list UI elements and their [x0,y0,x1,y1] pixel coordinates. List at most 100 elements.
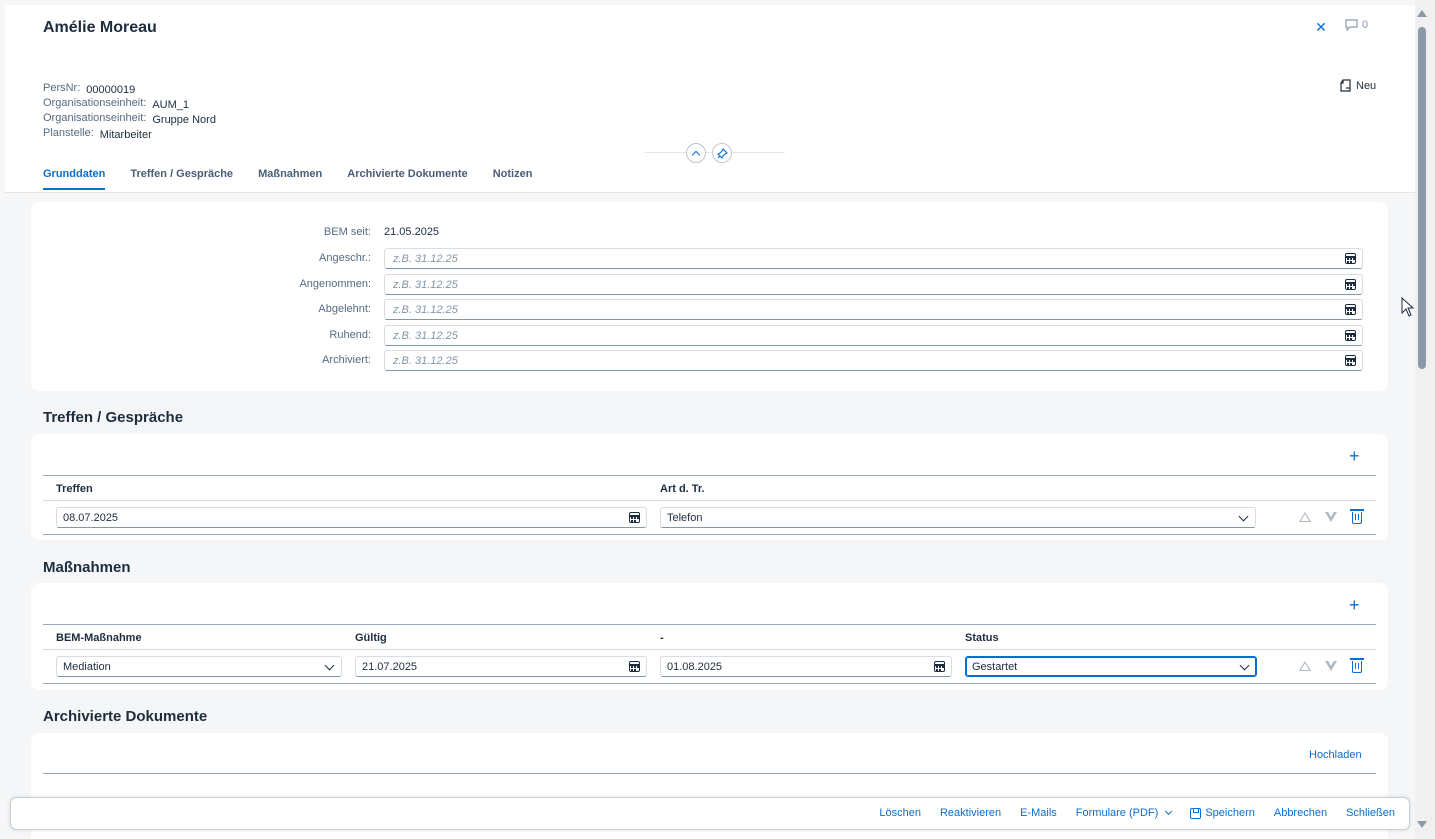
delete-row-button[interactable] [1350,658,1364,673]
tab-treffen[interactable]: Treffen / Gespräche [130,168,233,190]
calendar-icon[interactable] [934,661,945,672]
abgelehnt-row: Abgelehnt: z.B. 31.12.25 [31,299,1388,321]
triangle-down-icon [1325,659,1337,671]
add-treffen-button[interactable]: + [1349,446,1360,467]
trash-icon [1350,509,1364,524]
new-button-label: Neu [1356,79,1377,92]
grunddaten-card: BEM seit: 21.05.2025 Angeschr.: z.B. 31.… [31,202,1388,391]
tab-notizen[interactable]: Notizen [493,168,533,190]
chevron-down-icon [326,659,333,672]
calendar-icon[interactable] [1345,253,1356,264]
emails-button[interactable]: E-Mails [1020,807,1057,819]
ruhend-date-input[interactable]: z.B. 31.12.25 [384,325,1363,346]
upload-link[interactable]: Hochladen [1309,749,1362,761]
pin-header-button[interactable] [712,143,732,163]
column-header-status: Status [965,632,999,644]
column-header-bis: - [660,632,664,644]
dokumente-section-title: Archivierte Dokumente [43,708,208,725]
move-down-button[interactable] [1324,659,1338,673]
bis-date-input[interactable]: 01.08.2025 [660,656,952,677]
close-button[interactable]: ✕ [1311,17,1331,37]
date-placeholder: z.B. 31.12.25 [393,253,458,265]
scroll-down-arrow-icon[interactable] [1417,821,1427,828]
angenommen-date-input[interactable]: z.B. 31.12.25 [384,274,1363,295]
table-row: Mediation 21.07.2025 01.08.2025 Gestarte… [43,650,1376,684]
triangle-up-icon [1299,661,1311,671]
date-placeholder: z.B. 31.12.25 [393,330,458,342]
abbrechen-button[interactable]: Abbrechen [1274,807,1327,819]
formulare-button[interactable]: Formulare (PDF) [1075,807,1173,819]
new-document-icon [1340,79,1351,92]
vertical-scrollbar[interactable] [1415,0,1435,839]
close-icon: ✕ [1315,18,1327,35]
reaktivieren-button[interactable]: Reaktivieren [940,807,1001,819]
ruhend-label: Ruhend: [329,329,371,341]
info-label: Planstelle: [43,127,94,139]
angeschr-date-input[interactable]: z.B. 31.12.25 [384,248,1363,269]
footer-buttons: Löschen Reaktivieren E-Mails Formulare (… [879,807,1395,819]
add-massnahme-button[interactable]: + [1349,595,1360,616]
speichern-button[interactable]: Speichern [1190,807,1255,819]
formulare-label: Formulare (PDF) [1075,807,1159,819]
triangle-down-icon [1325,510,1337,522]
calendar-icon[interactable] [629,512,640,523]
move-up-button[interactable] [1298,510,1312,524]
info-row-orgunit: Organisationseinheit: AUM_1 [43,96,216,111]
abgelehnt-date-input[interactable]: z.B. 31.12.25 [384,299,1363,320]
bem-seit-value: 21.05.2025 [384,226,440,238]
calendar-icon[interactable] [1345,304,1356,315]
plus-icon: + [1349,446,1360,466]
treffen-date-input[interactable]: 08.07.2025 [56,507,647,528]
gueltig-date-input[interactable]: 21.07.2025 [355,656,647,677]
date-placeholder: z.B. 31.12.25 [393,304,458,316]
treffen-section-title: Treffen / Gespräche [43,409,184,426]
collapse-header-button[interactable] [686,143,706,163]
scrollbar-thumb[interactable] [1418,27,1426,369]
massnahmen-card: + BEM-Maßnahme Gültig - Status Mediation… [31,583,1388,690]
save-icon [1190,807,1202,819]
abgelehnt-label: Abgelehnt: [318,303,371,315]
move-down-button[interactable] [1324,510,1338,524]
loeschen-button[interactable]: Löschen [879,807,921,819]
scroll-up-arrow-icon[interactable] [1417,10,1427,17]
art-value: Telefon [667,512,703,524]
triangle-up-icon [1299,512,1311,522]
angenommen-row: Angenommen: z.B. 31.12.25 [31,274,1388,296]
angenommen-label: Angenommen: [299,278,371,290]
comments-button[interactable]: 0 [1345,19,1368,31]
art-select[interactable]: Telefon [660,507,1256,528]
ruhend-row: Ruhend: z.B. 31.12.25 [31,325,1388,347]
tab-massnahmen[interactable]: Maßnahmen [258,168,322,190]
angeschr-label: Angeschr.: [319,252,371,264]
date-placeholder: z.B. 31.12.25 [393,279,458,291]
plus-icon: + [1349,595,1360,615]
page-title: Amélie Moreau [43,19,157,36]
info-label: Organisationseinheit: [43,112,147,124]
status-value: Gestartet [972,661,1018,673]
tab-archivierte-dokumente[interactable]: Archivierte Dokumente [347,168,467,190]
table-row: 08.07.2025 Telefon [43,501,1376,535]
info-value: Gruppe Nord [152,114,216,126]
massnahme-select[interactable]: Mediation [56,656,342,677]
massnahme-value: Mediation [63,661,111,673]
calendar-icon[interactable] [1345,355,1356,366]
chevron-down-icon [1241,659,1248,672]
move-up-button[interactable] [1298,659,1312,673]
angeschr-row: Angeschr.: z.B. 31.12.25 [31,248,1388,270]
row-actions [1298,509,1364,524]
status-select[interactable]: Gestartet [965,656,1257,677]
info-row-orgunit-2: Organisationseinheit: Gruppe Nord [43,111,216,126]
delete-row-button[interactable] [1350,509,1364,524]
calendar-icon[interactable] [1345,330,1356,341]
gueltig-value: 21.07.2025 [362,661,418,673]
trash-icon [1350,658,1364,673]
calendar-icon[interactable] [1345,279,1356,290]
treffen-date-value: 08.07.2025 [63,512,119,524]
bem-seit-label: BEM seit: [323,226,371,238]
new-button[interactable]: Neu [1339,79,1376,92]
schliessen-button[interactable]: Schließen [1346,807,1395,819]
info-value: AUM_1 [152,99,190,111]
archiviert-date-input[interactable]: z.B. 31.12.25 [384,350,1363,371]
calendar-icon[interactable] [629,661,640,672]
tab-grunddaten[interactable]: Grunddaten [43,168,106,190]
